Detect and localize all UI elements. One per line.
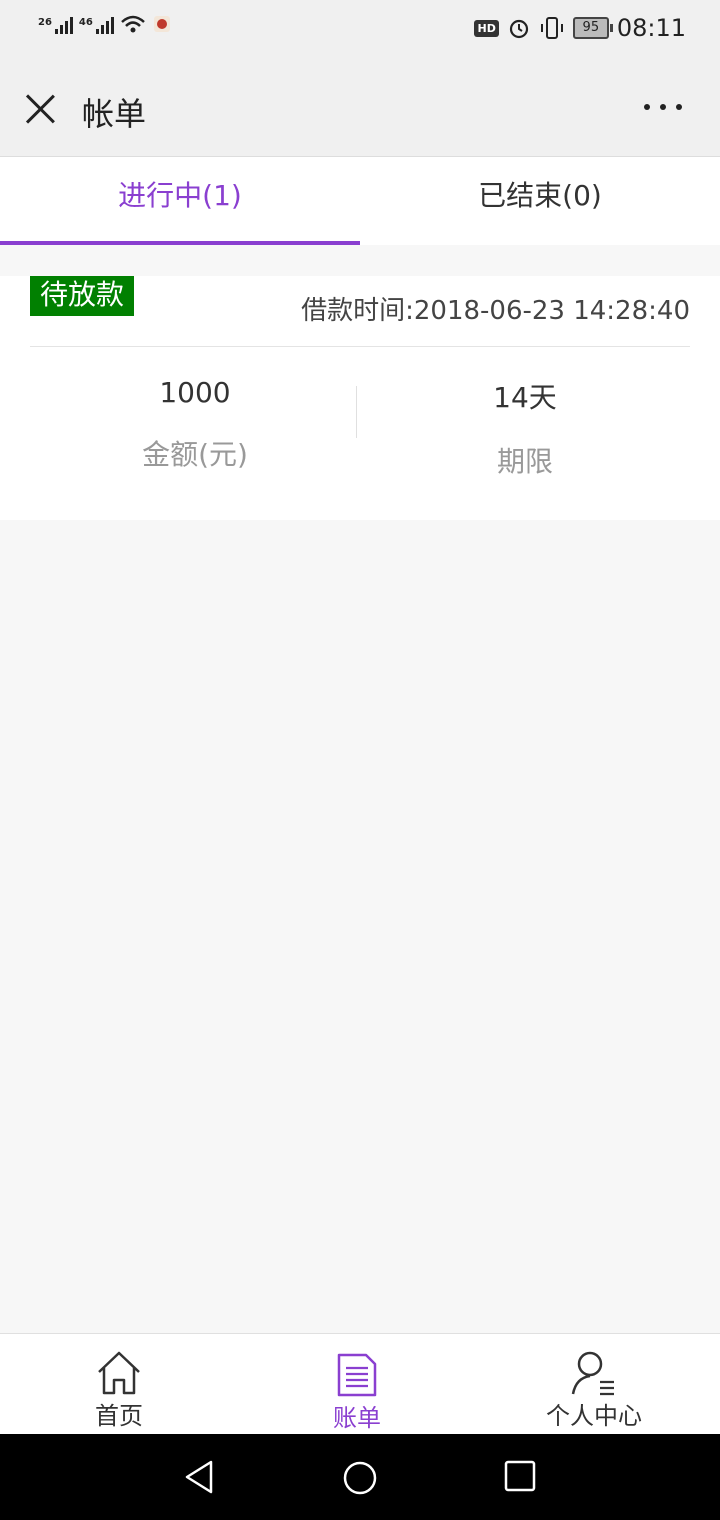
nav-home-label: 首页 — [95, 1402, 143, 1430]
more-icon[interactable] — [644, 104, 682, 110]
status-badge: 待放款 — [30, 276, 135, 316]
wifi-icon — [121, 15, 145, 33]
term-value: 14天 — [493, 381, 557, 414]
tab-finished[interactable]: 已结束(0) — [360, 157, 720, 245]
alarm-icon — [509, 19, 528, 39]
profile-icon — [571, 1351, 614, 1396]
hd-icon: HD — [474, 19, 499, 37]
app-notification-icon — [153, 16, 170, 32]
recents-icon[interactable] — [504, 1460, 536, 1492]
term-column: 14天 期限 — [360, 376, 690, 480]
vibrate-icon — [540, 17, 563, 39]
clock: 08:11 — [616, 14, 686, 42]
term-label: 期限 — [496, 445, 553, 478]
status-bar: 26 46 HD 95 08:11 — [0, 0, 720, 62]
back-icon[interactable] — [183, 1460, 217, 1494]
loan-time: 借款时间:2018-06-23 14:28:40 — [301, 296, 690, 326]
close-icon[interactable] — [24, 92, 56, 124]
amount-label: 金额(元) — [142, 438, 248, 471]
home-circle-icon[interactable] — [342, 1460, 378, 1496]
bottom-navigation: 首页 账单 个人中心 — [0, 1333, 720, 1435]
amount-value: 1000 — [159, 376, 231, 409]
nav-profile[interactable]: 个人中心 — [534, 1350, 654, 1431]
home-icon — [98, 1351, 140, 1395]
system-navigation-bar — [0, 1434, 720, 1520]
divider — [30, 346, 690, 347]
signal-icon: 26 — [38, 17, 73, 34]
nav-profile-label: 个人中心 — [546, 1402, 642, 1430]
tab-bar: 进行中(1) 已结束(0) — [0, 157, 720, 245]
nav-bill[interactable]: 账单 — [297, 1352, 417, 1433]
loan-card[interactable]: 待放款 借款时间:2018-06-23 14:28:40 1000 金额(元) … — [0, 276, 720, 520]
column-separator — [356, 386, 357, 438]
tab-in-progress[interactable]: 进行中(1) — [0, 157, 360, 245]
nav-bill-label: 账单 — [333, 1404, 381, 1432]
battery-icon: 95 — [572, 17, 613, 39]
nav-home[interactable]: 首页 — [59, 1350, 179, 1431]
title-bar: 帐单 — [0, 62, 720, 157]
amount-column: 1000 金额(元) — [30, 376, 360, 473]
signal-icon: 46 — [79, 17, 114, 34]
page-title: 帐单 — [82, 95, 147, 133]
bill-icon — [337, 1353, 377, 1397]
